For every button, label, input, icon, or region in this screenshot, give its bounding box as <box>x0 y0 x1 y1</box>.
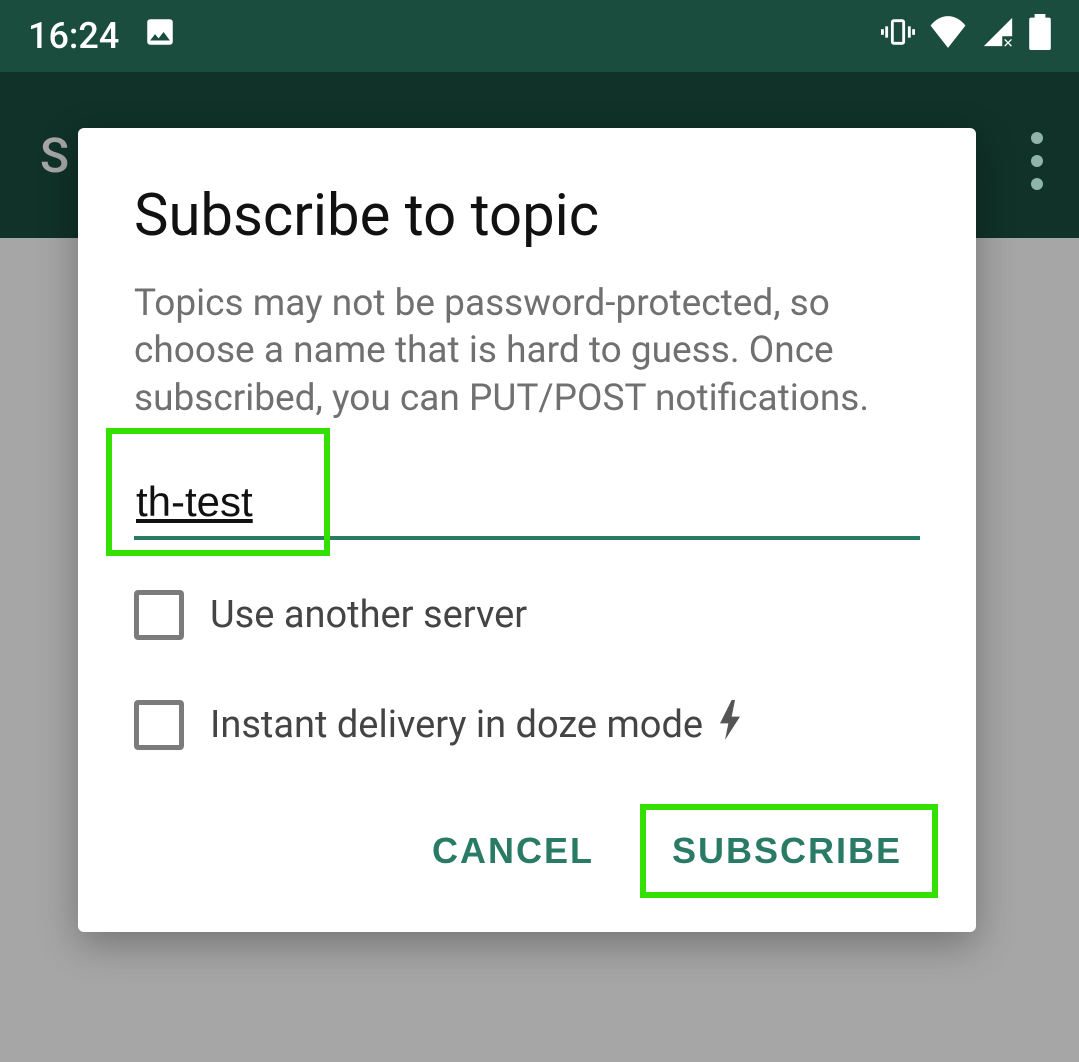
instant-delivery-label: Instant delivery in doze mode <box>210 703 703 747</box>
dialog-title: Subscribe to topic <box>134 182 920 250</box>
status-bar: 16:24 ✕ <box>0 0 1079 72</box>
wifi-icon <box>929 15 967 58</box>
use-another-server-row[interactable]: Use another server <box>134 590 920 640</box>
signal-icon: ✕ <box>981 15 1015 58</box>
checkbox-icon[interactable] <box>134 700 184 750</box>
overflow-menu-icon[interactable] <box>1031 132 1049 190</box>
topic-name-input[interactable] <box>134 466 920 540</box>
instant-delivery-row[interactable]: Instant delivery in doze mode <box>134 700 920 750</box>
subscribe-button[interactable]: SUBSCRIBE <box>654 810 920 892</box>
dialog-description: Topics may not be password-protected, so… <box>134 280 920 422</box>
svg-text:✕: ✕ <box>1003 36 1014 48</box>
checkbox-icon[interactable] <box>134 590 184 640</box>
battery-icon <box>1029 14 1051 59</box>
vibrate-icon <box>881 15 915 58</box>
image-icon <box>143 15 177 58</box>
cancel-button[interactable]: CANCEL <box>414 810 612 892</box>
status-time: 16:24 <box>28 15 119 57</box>
use-another-server-label: Use another server <box>210 593 527 637</box>
subscribe-dialog: Subscribe to topic Topics may not be pas… <box>78 128 976 932</box>
bolt-icon <box>717 700 743 750</box>
